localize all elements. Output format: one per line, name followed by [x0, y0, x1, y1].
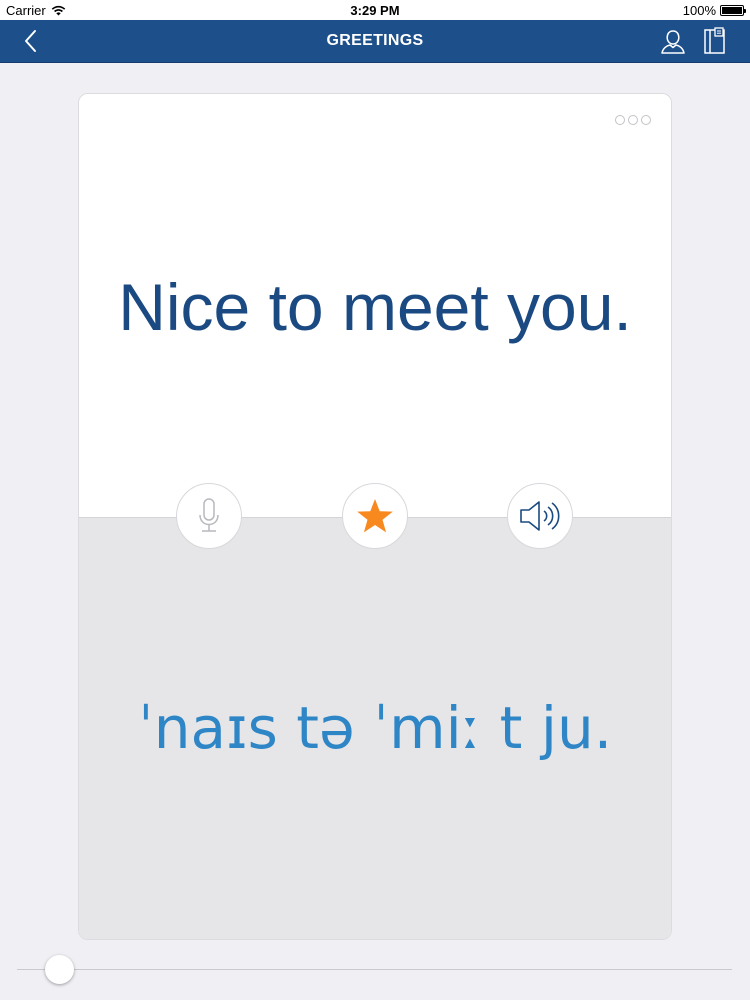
more-options-button[interactable] — [615, 115, 651, 125]
flashcard-front: Nice to meet you. — [79, 94, 671, 517]
phonetic-transcription: ˈnaɪs tə ˈmiː t ju. — [137, 694, 613, 762]
favorite-button[interactable] — [342, 483, 408, 549]
phrase-text: Nice to meet you. — [118, 270, 632, 344]
microphone-icon — [199, 498, 219, 532]
slider-thumb[interactable] — [45, 955, 74, 984]
user-icon — [661, 30, 685, 54]
more-dots-icon — [641, 115, 651, 125]
profile-button[interactable] — [660, 28, 686, 55]
star-icon — [357, 499, 393, 533]
speaker-icon — [520, 501, 560, 531]
nav-bar: GREETINGS — [0, 20, 750, 63]
book-icon — [704, 27, 725, 54]
card-progress-slider[interactable] — [17, 969, 732, 970]
battery-percent: 100% — [682, 3, 716, 18]
more-dots-icon — [615, 115, 625, 125]
vocabulary-button[interactable] — [703, 27, 727, 55]
status-bar: Carrier 3:29 PM 100% — [0, 0, 750, 20]
play-audio-button[interactable] — [507, 483, 573, 549]
status-time: 3:29 PM — [350, 3, 400, 18]
more-dots-icon — [628, 115, 638, 125]
battery-fill — [722, 7, 742, 14]
page-title: GREETINGS — [326, 32, 424, 49]
flashcard[interactable]: Nice to meet you. ˈnaɪs tə ˈmiː t ju. — [78, 93, 672, 940]
battery-icon — [720, 5, 746, 16]
status-right: 100% — [682, 3, 746, 18]
record-button[interactable] — [176, 483, 242, 549]
